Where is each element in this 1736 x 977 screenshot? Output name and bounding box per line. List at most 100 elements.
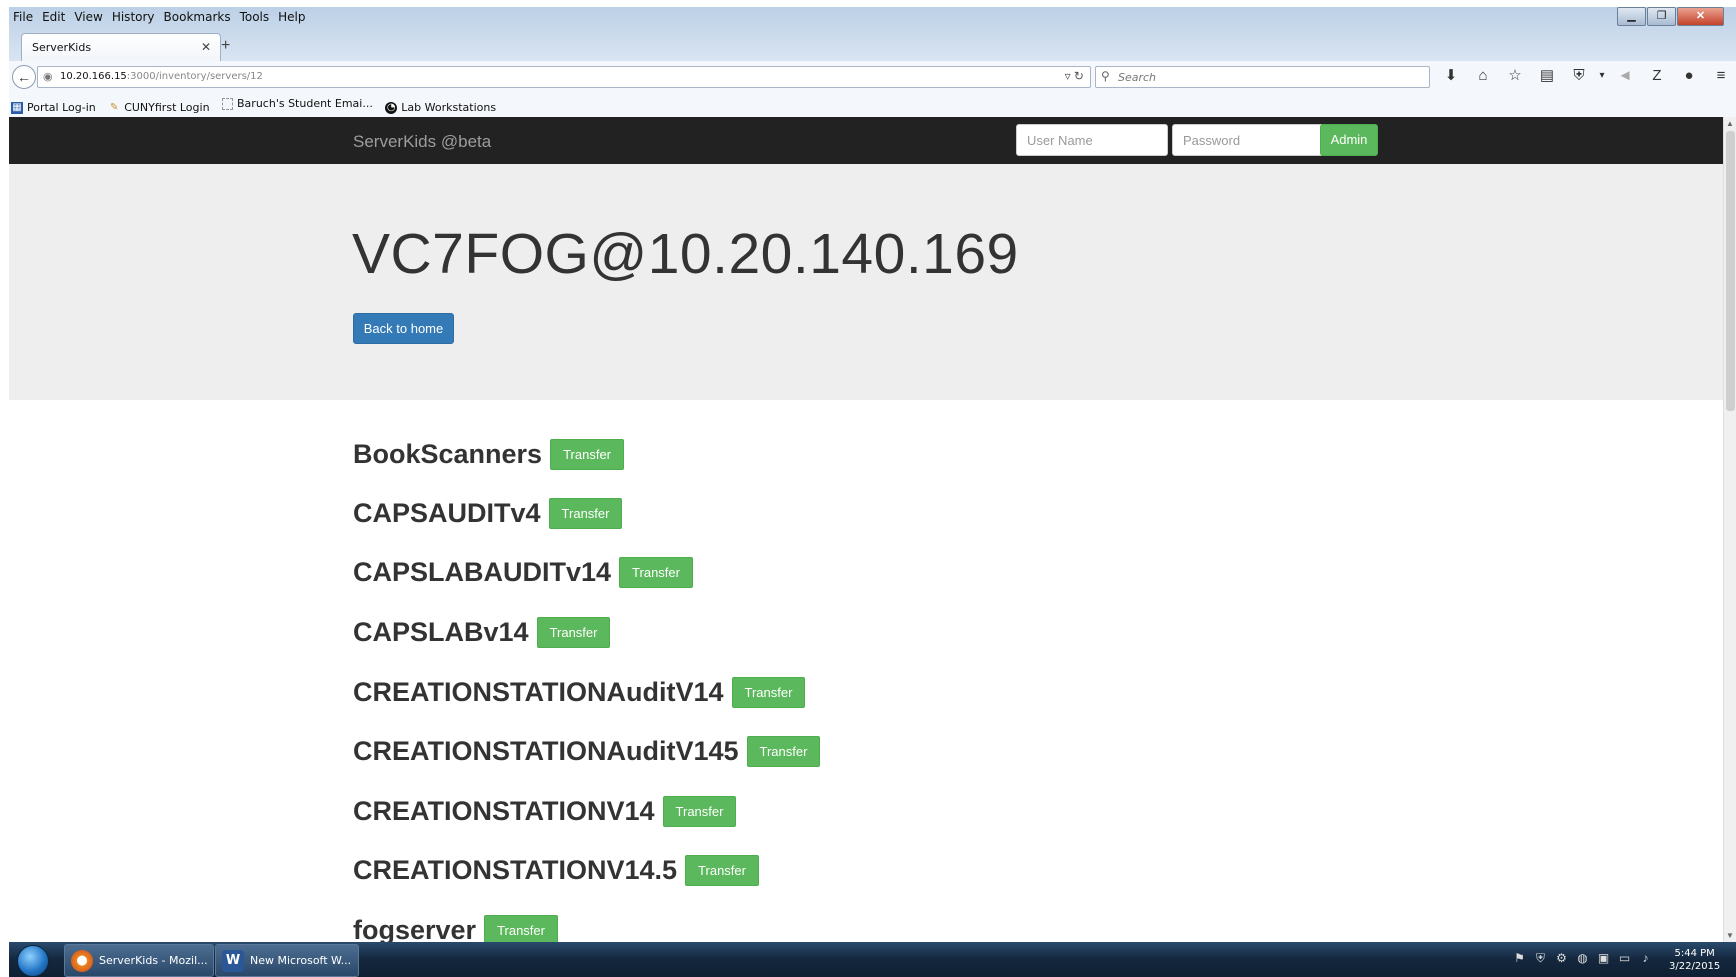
list-item: CREATIONSTATIONV14 Transfer [353, 796, 737, 827]
transfer-button[interactable]: Transfer [619, 557, 693, 588]
menu-history[interactable]: History [108, 7, 160, 24]
system-tray: ⚑ ⛨ ⚙ ◍ ▣ ▭ ♪ [1509, 951, 1656, 966]
menu-view[interactable]: View [70, 7, 107, 24]
bookmark-student-email[interactable]: Baruch's Student Emai... [222, 97, 373, 110]
search-icon: ⚲ [1101, 69, 1110, 83]
bookmark-label: CUNYfirst Login [124, 101, 210, 114]
menu-help[interactable]: Help [274, 7, 310, 24]
site-navbar: ServerKids @beta Admin [9, 117, 1723, 164]
list-item: CAPSLABv14 Transfer [353, 617, 611, 648]
menu-edit[interactable]: Edit [38, 7, 70, 24]
transfer-button[interactable]: Transfer [746, 736, 821, 767]
display-icon[interactable]: ▣ [1593, 951, 1614, 966]
toolbar-icons: ⬇ ⌂ ☆ ▤ ⛨ ▾ ◄ Z ● ≡ [1435, 66, 1736, 86]
start-button-icon[interactable] [17, 945, 49, 977]
chat-icon[interactable]: ● [1673, 66, 1705, 86]
taskbar-firefox[interactable]: ● ServerKids - Mozil... [64, 944, 214, 977]
tab-strip: ServerKids ✕ + [9, 29, 1736, 62]
reload-icon[interactable]: ▿ ↻ [1065, 69, 1084, 83]
portal-icon: ▦ [11, 101, 23, 114]
menu-file[interactable]: File [9, 7, 38, 24]
menu-bookmarks[interactable]: Bookmarks [160, 7, 236, 24]
clock-date: 3/22/2015 [1669, 961, 1721, 972]
extension-icon[interactable]: ⛨ [1563, 66, 1595, 86]
firefox-icon: ● [71, 949, 93, 972]
navigation-toolbar: ← ◉ 10.20.166.15:3000/inventory/servers/… [9, 61, 1736, 92]
list-item: CAPSAUDITv4 Transfer [353, 498, 623, 529]
search-placeholder: Search [1118, 71, 1157, 84]
zotero-icon[interactable]: Z [1641, 66, 1673, 86]
bookmark-lab-workstations[interactable]: ◔ Lab Workstations [385, 101, 496, 114]
username-input[interactable] [1016, 124, 1168, 156]
page-title: VC7FOG@10.20.140.169 [352, 222, 1019, 286]
bookmark-label: Portal Log-in [27, 101, 96, 114]
url-text: 10.20.166.15:3000/inventory/servers/12 [60, 71, 263, 82]
home-icon[interactable]: ⌂ [1467, 66, 1499, 86]
url-host: 10.20.166.15 [60, 71, 127, 82]
network-icon[interactable]: ⚙ [1551, 951, 1572, 966]
star-icon[interactable]: ☆ [1499, 66, 1531, 86]
image-name: CREATIONSTATIONAuditV14 [353, 677, 724, 707]
search-bar[interactable]: ⚲ Search [1095, 66, 1430, 88]
windows-taskbar: ● ServerKids - Mozil... W New Microsoft … [9, 942, 1736, 977]
shield-icon[interactable]: ⛨ [1530, 951, 1551, 966]
page-icon [222, 97, 234, 110]
back-to-home-button[interactable]: Back to home [353, 313, 454, 344]
list-item: BookScanners Transfer [353, 439, 624, 470]
taskbar-word[interactable]: W New Microsoft W... [215, 944, 359, 977]
flag-icon[interactable]: ⚑ [1509, 951, 1530, 966]
list-item: CREATIONSTATIONAuditV145 Transfer [353, 736, 821, 767]
transfer-button[interactable]: Transfer [548, 498, 623, 529]
bookmark-cunyfirst[interactable]: ✎ CUNYfirst Login [108, 101, 210, 114]
window-controls: ▁ ❐ ✕ [1616, 7, 1724, 26]
tab-serverkids[interactable]: ServerKids ✕ [21, 33, 221, 62]
bookmarks-toolbar: ▦ Portal Log-in ✎ CUNYfirst Login Baruch's… [9, 91, 1736, 117]
close-tab-icon[interactable]: ✕ [201, 40, 211, 54]
image-name: BookScanners [353, 439, 543, 469]
close-window-icon[interactable]: ✕ [1677, 7, 1724, 26]
admin-button[interactable]: Admin [1320, 124, 1378, 156]
taskbar-label: ServerKids - Mozil... [99, 954, 208, 967]
menu-dropdown-icon[interactable]: ▾ [1595, 66, 1609, 86]
volume-icon[interactable]: ♪ [1635, 951, 1656, 966]
bookmark-label: Lab Workstations [401, 101, 497, 114]
menu-tools[interactable]: Tools [236, 7, 275, 24]
restore-icon[interactable]: ❐ [1647, 7, 1676, 26]
reading-list-icon[interactable]: ▤ [1531, 66, 1563, 86]
list-item: CAPSLABAUDITv14 Transfer [353, 557, 693, 588]
url-bar[interactable]: ◉ 10.20.166.15:3000/inventory/servers/12… [37, 66, 1091, 88]
image-name: CREATIONSTATIONV14 [353, 796, 655, 826]
bookmark-label: Baruch's Student Emai... [237, 97, 373, 110]
scroll-down-icon[interactable]: ▼ [1726, 931, 1734, 940]
send-icon[interactable]: ◄ [1609, 66, 1641, 86]
back-arrow-icon[interactable]: ← [12, 65, 36, 89]
download-icon[interactable]: ⬇ [1435, 66, 1467, 86]
transfer-button[interactable]: Transfer [685, 855, 759, 886]
update-icon[interactable]: ◍ [1572, 951, 1593, 966]
site-brand[interactable]: ServerKids @beta [353, 132, 491, 152]
transfer-button[interactable]: Transfer [662, 796, 737, 827]
transfer-button[interactable]: Transfer [550, 439, 624, 470]
transfer-button[interactable]: Transfer [731, 677, 806, 708]
menu-bar: File Edit View History Bookmarks Tools Help ▁ … [9, 7, 1736, 29]
page-scrollbar[interactable]: ▲ ▼ [1723, 117, 1736, 942]
new-tab-icon[interactable]: + [221, 37, 230, 55]
web-page: ServerKids @beta Admin VC7FOG@10.20.140.… [9, 117, 1723, 942]
minimize-icon[interactable]: ▁ [1617, 7, 1646, 26]
clock-icon: ◔ [385, 101, 398, 114]
transfer-button[interactable]: Transfer [536, 617, 611, 648]
hamburger-menu-icon[interactable]: ≡ [1705, 66, 1736, 86]
list-item: fogserver Transfer [353, 915, 558, 942]
image-name: CREATIONSTATIONAuditV145 [353, 736, 739, 766]
bookmark-portal-login[interactable]: ▦ Portal Log-in [11, 101, 96, 114]
scrollbar-thumb[interactable] [1726, 131, 1735, 411]
taskbar-clock[interactable]: 5:44 PM 3/22/2015 [1669, 947, 1720, 973]
monitor-icon[interactable]: ▭ [1614, 951, 1635, 966]
password-input[interactable] [1172, 124, 1324, 156]
list-item: CREATIONSTATIONAuditV14 Transfer [353, 677, 806, 708]
scroll-up-icon[interactable]: ▲ [1726, 119, 1734, 128]
globe-icon: ◉ [43, 71, 53, 83]
image-name: CREATIONSTATIONV14.5 [353, 855, 678, 885]
transfer-button[interactable]: Transfer [484, 915, 558, 942]
word-icon: W [222, 949, 244, 972]
